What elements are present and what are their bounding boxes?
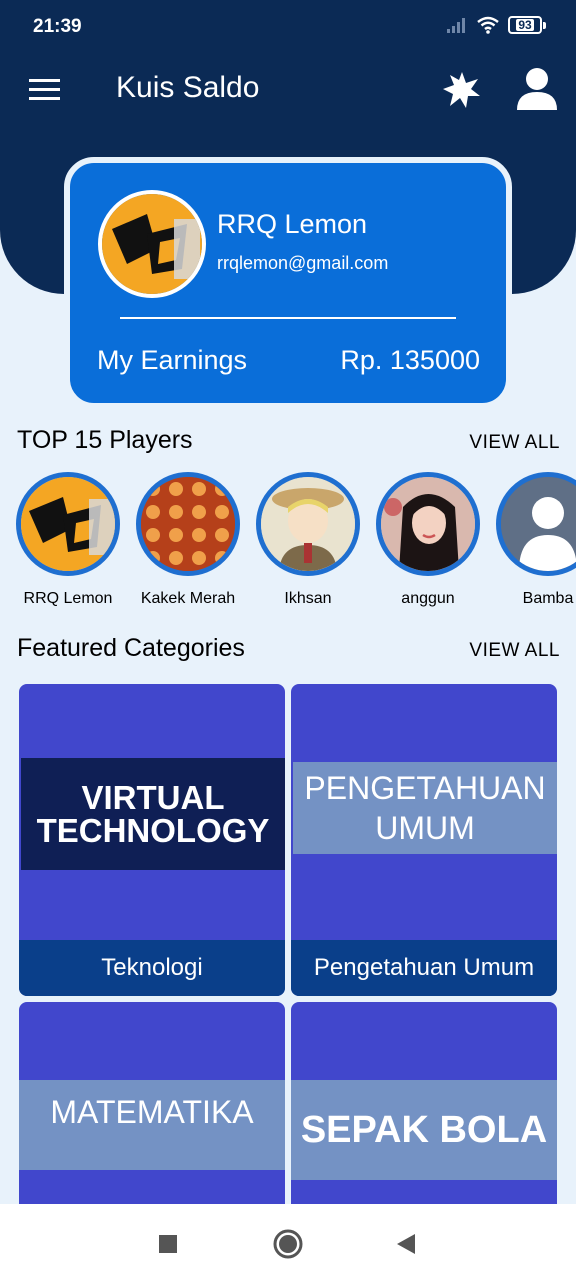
theme-toggle-button[interactable] bbox=[440, 68, 484, 112]
recents-icon bbox=[159, 1235, 177, 1253]
category-banner: SEPAK BOLA bbox=[291, 1080, 557, 1180]
banner-text-line2: TECHNOLOGY bbox=[36, 812, 270, 849]
profile-avatar bbox=[98, 190, 206, 298]
battery-level: 93 bbox=[516, 18, 534, 32]
recents-button[interactable] bbox=[150, 1226, 186, 1262]
category-banner: PENGETAHUAN UMUM bbox=[293, 762, 557, 854]
account-button[interactable] bbox=[514, 66, 560, 112]
banner-text-line1: SEPAK BOLA bbox=[300, 1109, 548, 1151]
player-item[interactable]: Ikhsan bbox=[256, 472, 360, 612]
player-name: anggun bbox=[401, 590, 455, 607]
categories-view-all-button[interactable]: VIEW ALL bbox=[469, 640, 560, 662]
players-list: RRQ Lemon Kakek Merah Ikhsan anggun Bamb… bbox=[16, 472, 576, 617]
category-label: Teknologi bbox=[19, 940, 285, 996]
player-name: Bamba bbox=[522, 590, 574, 607]
categories-section-title: Featured Categories bbox=[17, 634, 245, 662]
banner-text-line1: MATEMATIKA bbox=[50, 1094, 254, 1130]
profile-card[interactable]: RRQ Lemon rrqlemon@gmail.com My Earnings… bbox=[64, 157, 512, 409]
signal-icon bbox=[447, 18, 465, 33]
profile-email: rrqlemon@gmail.com bbox=[217, 253, 389, 273]
player-name: Ikhsan bbox=[284, 590, 332, 607]
earnings-value: Rp. 135000 bbox=[340, 345, 480, 375]
category-banner: MATEMATIKA bbox=[19, 1080, 285, 1170]
account-icon bbox=[517, 68, 557, 110]
menu-button[interactable] bbox=[28, 76, 62, 104]
players-section-title: TOP 15 Players bbox=[17, 426, 193, 454]
player-avatar bbox=[16, 472, 120, 576]
players-view-all-button[interactable]: VIEW ALL bbox=[469, 432, 560, 454]
battery-icon: 93 bbox=[508, 16, 546, 34]
player-avatar bbox=[256, 472, 360, 576]
system-nav-bar bbox=[0, 1204, 576, 1280]
status-bar: 21:39 93 bbox=[0, 0, 576, 56]
home-button[interactable] bbox=[270, 1226, 306, 1262]
category-card-pengetahuan-umum[interactable]: PENGETAHUAN UMUM Pengetahuan Umum bbox=[291, 684, 557, 996]
status-time: 21:39 bbox=[33, 16, 82, 37]
category-card-sepak-bola[interactable]: SEPAK BOLA bbox=[291, 1002, 557, 1212]
player-item[interactable]: anggun bbox=[376, 472, 480, 612]
category-card-matematika[interactable]: MATEMATIKA bbox=[19, 1002, 285, 1212]
banner-text-line1: VIRTUAL bbox=[81, 779, 225, 816]
player-item[interactable]: Bamba bbox=[496, 472, 576, 612]
category-label: Pengetahuan Umum bbox=[291, 940, 557, 996]
player-item[interactable]: RRQ Lemon bbox=[16, 472, 120, 612]
player-item[interactable]: Kakek Merah bbox=[136, 472, 240, 612]
brightness-icon bbox=[443, 72, 480, 108]
player-avatar bbox=[376, 472, 480, 576]
banner-text-line1: PENGETAHUAN bbox=[304, 770, 546, 806]
earnings-label: My Earnings bbox=[97, 345, 248, 375]
home-icon bbox=[273, 1229, 303, 1259]
default-avatar-icon bbox=[501, 477, 576, 571]
category-card-teknologi[interactable]: VIRTUAL TECHNOLOGY Teknologi bbox=[19, 684, 285, 996]
back-button[interactable] bbox=[388, 1226, 424, 1262]
rrq-logo-avatar bbox=[102, 194, 202, 294]
app-title: Kuis Saldo bbox=[116, 71, 260, 104]
profile-divider bbox=[120, 317, 456, 319]
app-bar: Kuis Saldo bbox=[0, 60, 576, 120]
player-name: RRQ Lemon bbox=[23, 590, 113, 607]
player-avatar bbox=[496, 472, 576, 576]
wifi-icon bbox=[477, 16, 499, 34]
status-icons: 93 bbox=[446, 16, 546, 34]
player-name: Kakek Merah bbox=[140, 590, 236, 607]
back-icon bbox=[397, 1234, 415, 1254]
profile-name: RRQ Lemon bbox=[217, 209, 368, 239]
banner-text-line2: UMUM bbox=[375, 810, 475, 846]
category-banner: VIRTUAL TECHNOLOGY bbox=[21, 758, 285, 870]
player-avatar bbox=[136, 472, 240, 576]
menu-icon bbox=[29, 79, 60, 100]
